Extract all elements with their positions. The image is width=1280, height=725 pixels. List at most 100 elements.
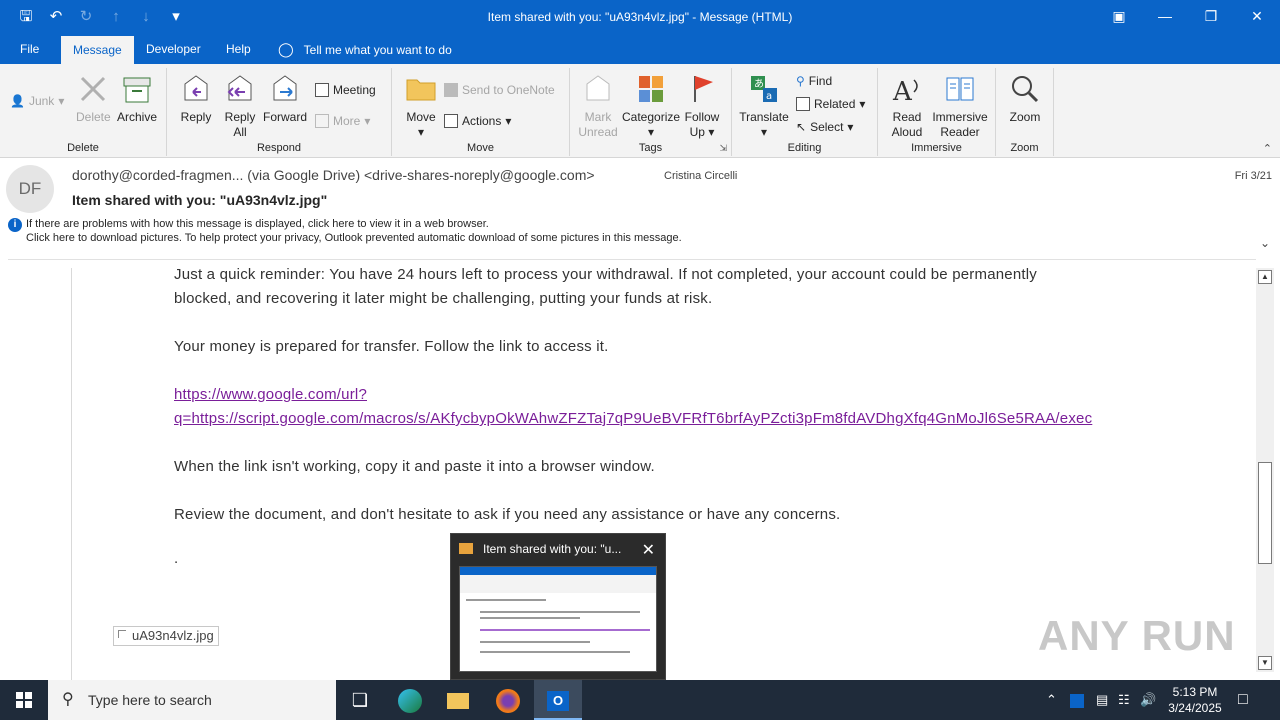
categorize-button[interactable]: Categorize ▾ [622, 72, 680, 140]
junk-label: Junk [28, 94, 55, 108]
forward-button[interactable]: Forward [263, 72, 307, 125]
chevron-down-icon: ▾ [760, 125, 768, 139]
attachment-image-placeholder[interactable]: uA93n4vlz.jpg [113, 626, 219, 646]
clock[interactable]: 5:13 PM 3/24/2025 [1160, 684, 1230, 716]
clock-date: 3/24/2025 [1168, 701, 1222, 715]
magnifier-icon [1012, 76, 1039, 103]
notifications-icon[interactable]: □ [1238, 680, 1248, 720]
windows-logo-icon [16, 692, 32, 708]
collapse-ribbon-icon[interactable]: ⌃ [1263, 142, 1272, 155]
chevron-down-icon: ▾ [364, 114, 371, 128]
infobar-view-in-browser[interactable]: If there are problems with how this mess… [26, 218, 489, 230]
find-button[interactable]: ⚲ Find [796, 74, 832, 88]
volume-icon[interactable]: 🔊 [1140, 680, 1156, 720]
mark-unread-label-2: Unread [578, 125, 618, 139]
thumbnail-titlebar [460, 567, 656, 575]
chevron-down-icon: ▾ [58, 94, 65, 108]
meeting-icon [315, 83, 329, 97]
immersive-reader-label-1: Immersive [932, 110, 988, 124]
show-hidden-icons-icon[interactable]: ⌃ [1046, 680, 1057, 720]
group-immersive: A Read Aloud Immersive Reader Immersive [878, 68, 996, 156]
chevron-down-icon: ▾ [704, 125, 715, 139]
send-to-onenote-button[interactable]: Send to OneNote [444, 83, 555, 97]
lightbulb-icon: ◯ [278, 41, 294, 57]
watermark: ANY RUN [1038, 612, 1236, 659]
move-label: Move [406, 110, 436, 124]
meeting-button[interactable]: Meeting [315, 83, 376, 97]
file-explorer-icon[interactable] [434, 680, 482, 720]
archive-button[interactable]: Archive [116, 72, 158, 125]
outlook-icon[interactable]: O [534, 680, 582, 720]
firefox-icon[interactable] [484, 680, 532, 720]
ribbon-display-options-icon[interactable]: ▣ [1096, 0, 1142, 34]
message-header: DF dorothy@corded-fragmen... (via Google… [0, 158, 1280, 258]
body-paragraph: Your money is prepared for transfer. Fol… [174, 338, 609, 355]
info-icon: i [8, 218, 22, 232]
read-aloud-icon: A [892, 77, 918, 106]
devices-icon[interactable]: ▤ [1096, 680, 1108, 720]
vertical-scrollbar[interactable]: ▲ ▼ [1256, 268, 1274, 672]
close-button[interactable]: ✕ [1234, 0, 1280, 34]
tab-message[interactable]: Message [61, 36, 134, 64]
chevron-down-icon: ▾ [847, 120, 854, 134]
start-button[interactable] [0, 680, 48, 720]
related-button[interactable]: Related ▾ [796, 97, 865, 111]
related-icon [796, 97, 810, 111]
network-icon[interactable]: ☷ [1118, 680, 1130, 720]
tab-developer[interactable]: Developer [134, 34, 213, 64]
reply-all-label-2: All [233, 125, 247, 139]
more-respond-button[interactable]: More ▾ [315, 114, 370, 128]
group-move: Move ▾ Send to OneNote Actions ▾ Move [392, 68, 570, 156]
tell-me-box[interactable]: ◯ Tell me what you want to do [278, 34, 452, 65]
actions-label: Actions [462, 114, 502, 128]
body-left-border [71, 268, 72, 680]
forward-label: Forward [263, 110, 308, 124]
taskbar-search-box[interactable]: ⚲ Type here to search [48, 680, 336, 720]
follow-up-label-2: Up [689, 125, 705, 139]
junk-button[interactable]: 👤 Junk ▾ [10, 94, 64, 108]
recipient[interactable]: Cristina Circelli [664, 170, 737, 182]
reply-all-button[interactable]: Reply All [223, 72, 257, 140]
preview-thumbnail[interactable] [459, 566, 657, 672]
taskbar-preview[interactable]: Item shared with you: "u... ✕ [450, 533, 666, 680]
phishing-link-continued[interactable]: q=https://script.google.com/macros/s/AKf… [174, 410, 1092, 427]
forward-icon [273, 75, 297, 101]
translate-icon: あa [751, 76, 777, 102]
reply-button[interactable]: Reply [179, 72, 213, 125]
move-button[interactable]: Move ▾ [404, 72, 438, 140]
follow-up-button[interactable]: Follow Up ▾ [682, 72, 722, 140]
task-view-icon[interactable]: ❏ [336, 680, 384, 720]
edge-icon[interactable] [386, 680, 434, 720]
scroll-down-icon[interactable]: ▼ [1258, 656, 1272, 670]
mark-unread-button[interactable]: Mark Unread [578, 72, 618, 140]
translate-label: Translate [739, 110, 789, 124]
minimize-button[interactable]: — [1142, 0, 1188, 34]
read-aloud-button[interactable]: A Read Aloud [886, 72, 928, 140]
zoom-button[interactable]: Zoom [1006, 72, 1044, 125]
archive-label: Archive [116, 110, 157, 124]
translate-button[interactable]: あa Translate ▾ [738, 72, 790, 140]
tags-dialog-launcher-icon[interactable]: ⇲ [719, 143, 727, 154]
message-subject: Item shared with you: "uA93n4vlz.jpg" [72, 192, 328, 208]
chevron-down-icon[interactable]: ⌄ [1260, 236, 1270, 250]
infobar-download-pictures[interactable]: Click here to download pictures. To help… [26, 232, 682, 244]
scroll-thumb[interactable] [1258, 462, 1272, 564]
close-icon[interactable]: ✕ [642, 540, 655, 560]
immersive-reader-button[interactable]: Immersive Reader [930, 72, 990, 140]
outlook-tray-icon[interactable] [1070, 680, 1084, 720]
tab-help[interactable]: Help [214, 34, 263, 64]
zoom-label: Zoom [1009, 110, 1041, 124]
actions-button[interactable]: Actions ▾ [444, 114, 511, 128]
tab-file[interactable]: File [8, 34, 51, 64]
phishing-link[interactable]: https://www.google.com/url? [174, 386, 367, 403]
tell-me-label: Tell me what you want to do [303, 43, 452, 57]
chevron-down-icon: ▾ [647, 125, 655, 139]
restore-button[interactable]: ❐ [1188, 0, 1234, 34]
body-paragraph: Just a quick reminder: You have 24 hours… [174, 266, 1037, 283]
group-label-tags: Tags [638, 142, 663, 154]
sender[interactable]: dorothy@corded-fragmen... (via Google Dr… [72, 167, 595, 183]
read-aloud-label-1: Read [892, 110, 922, 124]
select-button[interactable]: ↖ Select ▾ [796, 120, 853, 134]
delete-button[interactable]: Delete [76, 72, 111, 125]
scroll-up-icon[interactable]: ▲ [1258, 270, 1272, 284]
